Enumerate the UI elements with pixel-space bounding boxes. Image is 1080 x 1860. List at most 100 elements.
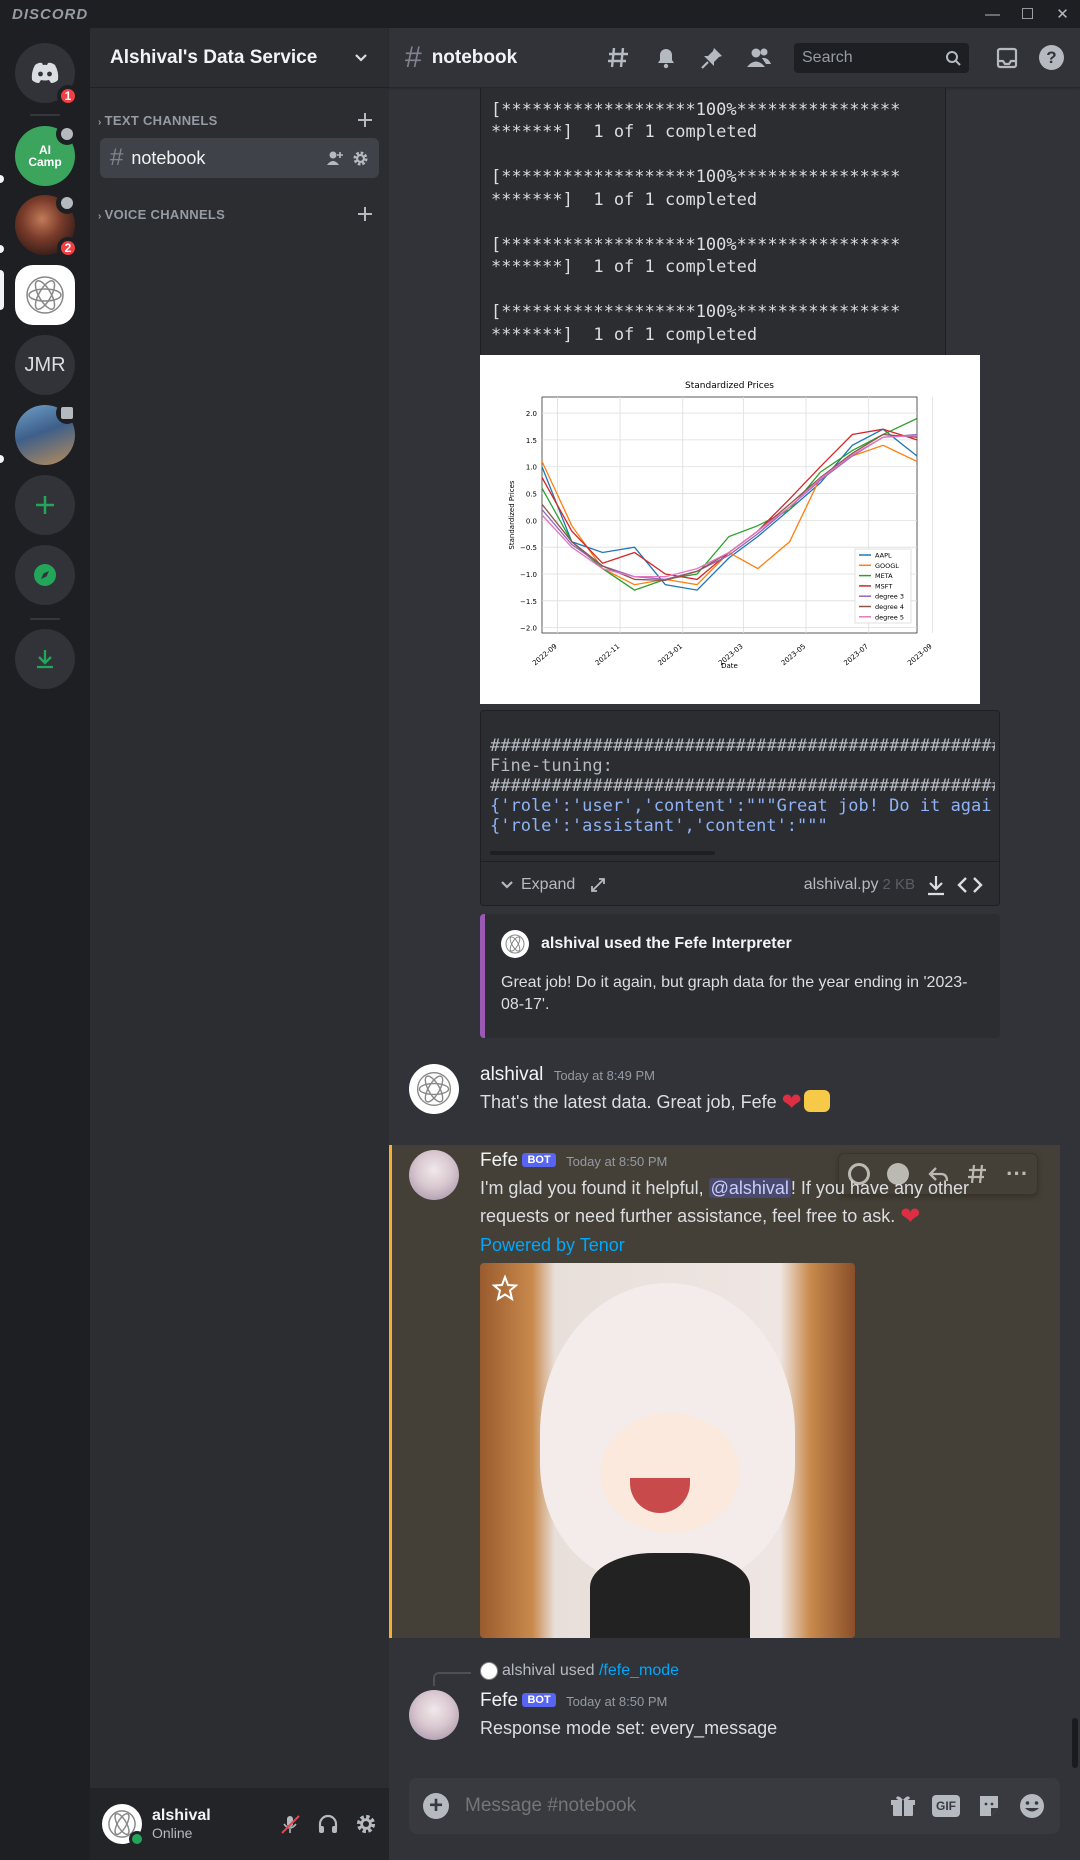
server-ai-camp[interactable]: AI Camp [15, 123, 78, 186]
y-tick-label: −1.5 [520, 598, 537, 606]
category-voice-channels[interactable]: › VOICE CHANNELS [90, 200, 389, 228]
console-line: [*******************100%**************** [491, 167, 901, 187]
avatar[interactable] [409, 1064, 459, 1114]
y-tick-label: 0.0 [526, 517, 537, 525]
speaker-icon [56, 402, 78, 424]
attach-plus-icon[interactable]: + [423, 1793, 449, 1819]
message: Fefe BOT Today at 8:50 PM I'm glad you f… [480, 1150, 1060, 1638]
gif-button[interactable]: GIF [932, 1795, 960, 1817]
server-header[interactable]: Alshival's Data Service [90, 28, 389, 88]
server-alshival[interactable] [15, 265, 75, 325]
avatar[interactable] [409, 1150, 459, 1200]
embed-avatar [501, 930, 529, 958]
download-icon [37, 650, 53, 669]
chart-image[interactable]: Standardized Prices 2022-09 2022-11 2023-01… [480, 355, 980, 704]
help-icon[interactable]: ? [1039, 45, 1064, 70]
console-lines: [*******************100%****************… [491, 99, 900, 347]
y-tick-label: 1.5 [526, 437, 537, 445]
message-author[interactable]: Fefe [480, 1150, 518, 1171]
reply-command[interactable]: /fefe_mode [599, 1662, 679, 1680]
chevron-right-icon: › [98, 116, 102, 128]
legend-label: GOOGL [875, 562, 899, 570]
discord-logo-icon [31, 62, 59, 83]
app-brand: DISCORD [12, 5, 89, 23]
code-scrollbar[interactable] [490, 851, 715, 855]
console-line: *******] 1 of 1 completed [491, 324, 758, 345]
console-line: [*******************100%**************** [491, 302, 901, 322]
threads-icon[interactable] [606, 45, 632, 71]
headphones-icon[interactable] [317, 1813, 339, 1835]
pin-icon[interactable] [700, 46, 724, 70]
server-avatar-2[interactable]: 2 [15, 192, 79, 259]
message-text: That's the latest data. Great job, Fefe [480, 1092, 777, 1112]
add-channel-icon[interactable] [357, 112, 373, 128]
mute-mic-icon[interactable] [279, 1813, 301, 1835]
embed-body: Great job! Do it again, but graph data f… [501, 974, 968, 1013]
avatar[interactable] [409, 1690, 459, 1740]
channel-label: notebook [131, 147, 206, 168]
jmr-label: JMR [24, 353, 66, 376]
hash-icon: # [110, 144, 124, 171]
x-tick-label: 2022-11 [594, 642, 622, 667]
line-chart: Standardized Prices 2022-09 2022-11 2023-01… [508, 381, 934, 670]
gift-icon[interactable] [890, 1793, 916, 1819]
expand-button[interactable]: Expand [521, 876, 575, 894]
console-output-block: [*******************100%****************… [480, 88, 946, 357]
user-mention[interactable]: @alshival [708, 1178, 791, 1198]
channel-sidebar: Alshival's Data Service › TEXT CHANNELS #… [90, 28, 389, 1860]
bell-icon[interactable] [654, 46, 678, 70]
bot-badge: BOT [522, 1153, 556, 1167]
category-label: VOICE CHANNELS [104, 206, 226, 222]
event-icon [56, 123, 78, 145]
x-axis-label: Date [721, 662, 738, 670]
message-composer: + GIF [409, 1778, 1060, 1834]
inbox-icon[interactable] [995, 46, 1019, 70]
server-jmr[interactable]: JMR [15, 335, 75, 395]
expand-arrows-icon[interactable] [589, 876, 607, 894]
message-input[interactable] [465, 1795, 890, 1817]
download-icon[interactable] [925, 874, 947, 896]
view-code-icon[interactable] [957, 874, 983, 896]
gear-icon[interactable] [352, 150, 369, 167]
kiss-emoji-icon [803, 1090, 830, 1112]
heart-emoji-icon: ❤ [781, 1089, 802, 1116]
server-avatar-5[interactable] [15, 402, 78, 465]
user-avatar[interactable] [102, 1804, 145, 1847]
scrollbar[interactable] [1072, 1718, 1078, 1768]
invite-icon[interactable] [326, 149, 344, 167]
chevron-down-icon[interactable] [499, 877, 515, 893]
tenor-link[interactable]: Powered by Tenor [480, 1231, 1060, 1259]
ai-camp-label: AI Camp [28, 143, 62, 169]
minimize-icon[interactable]: — [975, 0, 1010, 28]
explore-button[interactable] [15, 545, 75, 605]
members-icon[interactable] [746, 46, 772, 70]
message-author[interactable]: Fefe [480, 1690, 518, 1711]
add-server-button[interactable] [15, 475, 75, 535]
reply-avatar [480, 1662, 498, 1680]
active-pill [0, 270, 4, 310]
server-list: 1 AI Camp 2 JMR [0, 28, 90, 1860]
console-line: *******] 1 of 1 completed [491, 257, 758, 277]
search-input[interactable]: Search [794, 42, 969, 73]
channel-notebook[interactable]: # notebook [100, 138, 379, 178]
add-channel-icon[interactable] [357, 206, 373, 222]
star-icon[interactable] [492, 1275, 518, 1301]
reply-connector [433, 1672, 471, 1686]
sticker-icon[interactable] [976, 1793, 1002, 1819]
user-settings-gear-icon[interactable] [355, 1813, 377, 1835]
message-author[interactable]: alshival [480, 1064, 543, 1085]
category-text-channels[interactable]: › TEXT CHANNELS [90, 106, 389, 134]
close-icon[interactable]: ✕ [1045, 0, 1080, 28]
maximize-icon[interactable]: ☐ [1010, 0, 1045, 28]
console-line: [*******************100%**************** [491, 99, 901, 120]
download-apps-button[interactable] [15, 629, 75, 689]
user-status: Online [152, 1825, 193, 1841]
file-name: alshival.py [803, 875, 879, 893]
emoji-icon[interactable] [1018, 1792, 1046, 1820]
gif-embed[interactable] [480, 1263, 855, 1638]
home-button[interactable]: 1 [15, 43, 79, 107]
chat-area: # notebook Search ? [*******************… [389, 28, 1080, 1860]
reply-reference[interactable]: alshival used /fefe_mode [480, 1662, 679, 1680]
hash-icon: # [405, 40, 422, 74]
